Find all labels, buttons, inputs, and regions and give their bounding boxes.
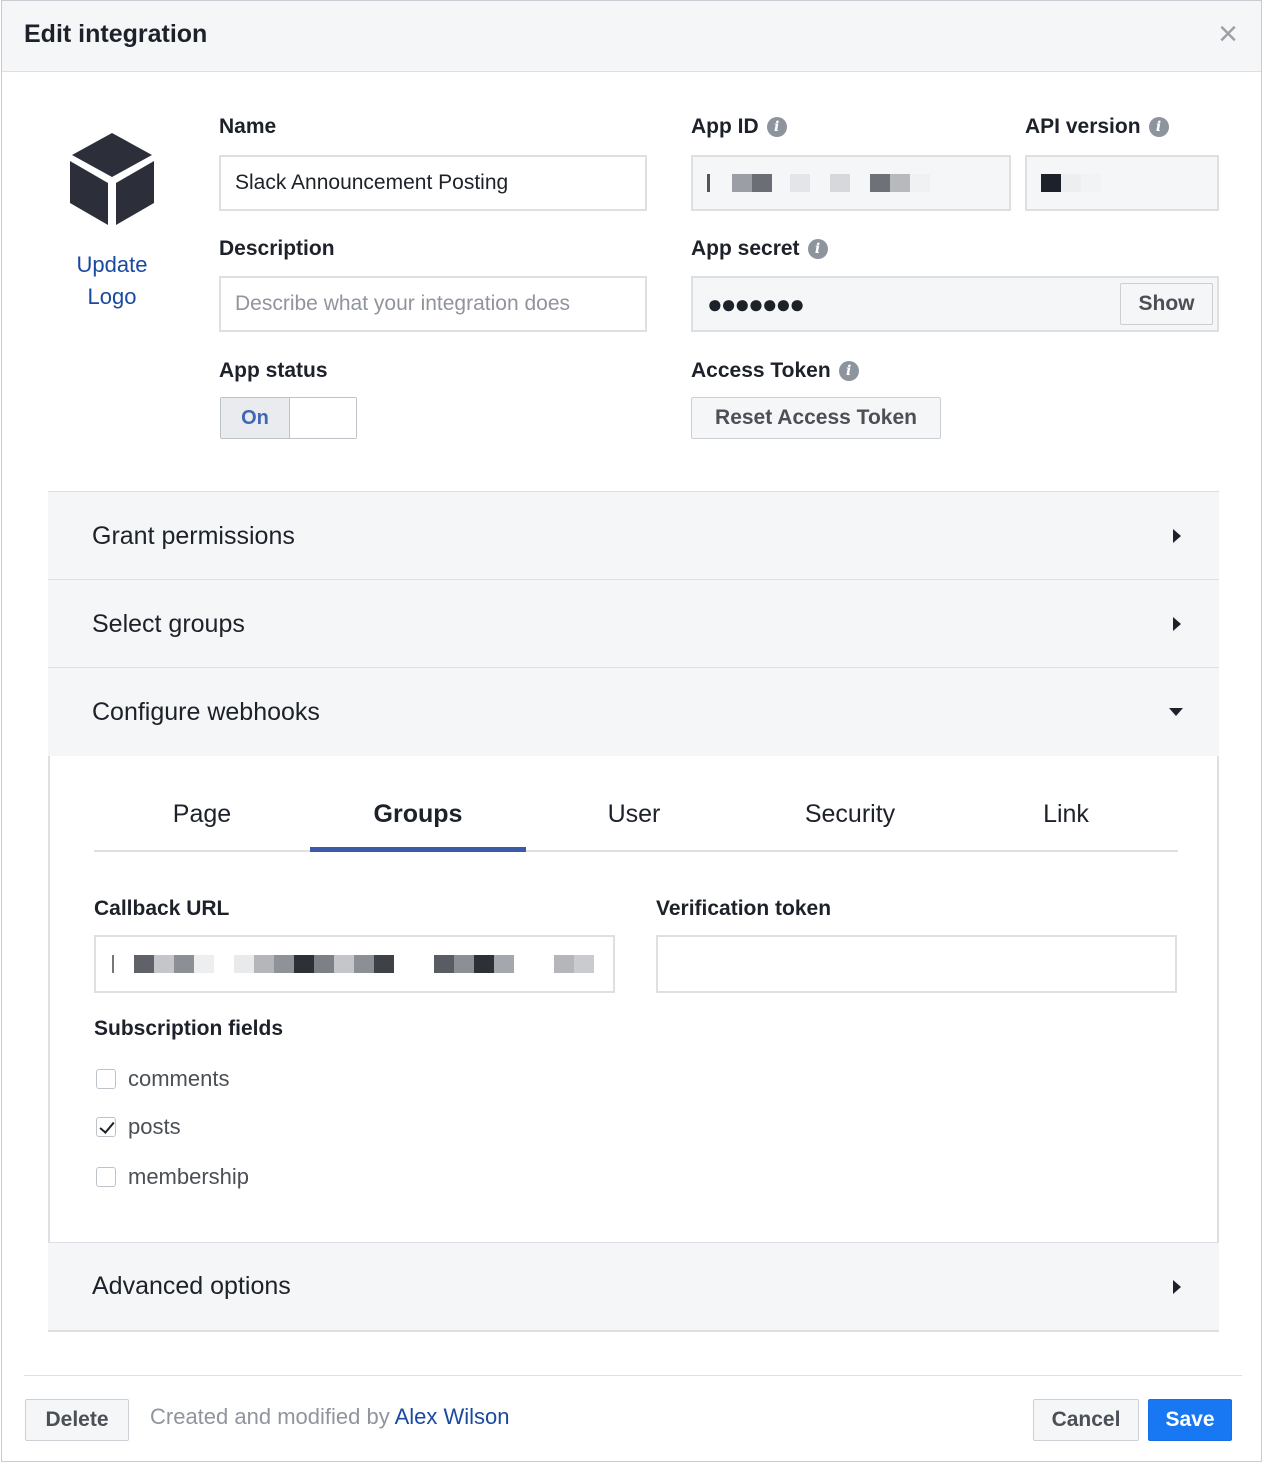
app-id-field[interactable] [691, 155, 1011, 211]
obscured-value [707, 174, 930, 192]
api-version-label: API version i [1025, 115, 1169, 139]
section-title: Advanced options [92, 1272, 291, 1300]
author-link[interactable]: Alex Wilson [395, 1404, 510, 1429]
app-id-label: App ID i [691, 115, 787, 139]
update-logo-link[interactable]: Update Logo [62, 249, 162, 313]
tab-groups[interactable]: Groups [310, 756, 526, 852]
dialog-header: Edit integration × [2, 1, 1261, 72]
tab-security[interactable]: Security [742, 756, 958, 850]
verification-token-label: Verification token [656, 897, 832, 920]
checkbox-box[interactable] [96, 1069, 116, 1089]
webhooks-panel: Page Groups User Security Link Callback … [48, 756, 1219, 1244]
obscured-value [1041, 174, 1101, 192]
tab-page[interactable]: Page [94, 756, 310, 850]
access-token-label: Access Token i [691, 359, 859, 383]
section-title: Configure webhooks [92, 697, 320, 726]
footer-attribution: Created and modified by Alex Wilson [150, 1404, 510, 1429]
update-logo-label-line2: Logo [87, 284, 137, 309]
checkbox-posts[interactable]: posts [96, 1114, 181, 1140]
section-title: Grant permissions [92, 521, 295, 550]
callback-url-label: Callback URL [94, 897, 230, 920]
obscured-value [112, 955, 594, 973]
checkbox-label: membership [128, 1164, 250, 1189]
checkbox-membership[interactable]: membership [96, 1164, 249, 1190]
verification-token-input[interactable] [656, 935, 1177, 993]
app-status-toggle[interactable]: On [220, 397, 357, 439]
subscription-fields-label: Subscription fields [94, 1017, 284, 1040]
name-label: Name [219, 115, 277, 138]
app-secret-label: App secret i [691, 237, 828, 261]
checkbox-box[interactable] [96, 1167, 116, 1187]
footer-divider [24, 1375, 1242, 1376]
caret-right-icon [1173, 1279, 1181, 1294]
checkbox-comments[interactable]: comments [96, 1066, 229, 1092]
name-input[interactable]: Slack Announcement Posting [219, 155, 647, 211]
close-icon[interactable]: × [1215, 17, 1241, 51]
checkbox-label: posts [128, 1114, 181, 1139]
section-grant-permissions[interactable]: Grant permissions [48, 491, 1219, 580]
tab-user[interactable]: User [526, 756, 742, 850]
callback-url-input[interactable] [94, 935, 615, 993]
section-title: Select groups [92, 609, 245, 638]
cube-icon [70, 133, 154, 225]
info-icon[interactable]: i [766, 117, 787, 137]
cancel-button[interactable]: Cancel [1033, 1399, 1139, 1441]
info-icon[interactable]: i [1148, 117, 1169, 137]
description-label: Description [219, 237, 335, 260]
toggle-off-side [290, 398, 356, 438]
caret-right-icon [1173, 617, 1181, 631]
section-configure-webhooks[interactable]: Configure webhooks [48, 667, 1219, 756]
webhook-tabs: Page Groups User Security Link [94, 756, 1178, 852]
checkbox-label: comments [128, 1066, 230, 1091]
toggle-on-label: On [221, 398, 290, 438]
masked-secret: ●●●●●●● [707, 288, 805, 319]
caret-right-icon [1173, 529, 1181, 543]
reset-access-token-button[interactable]: Reset Access Token [691, 397, 941, 439]
checkbox-box[interactable] [96, 1117, 116, 1137]
info-icon[interactable]: i [807, 239, 828, 259]
delete-button[interactable]: Delete [25, 1399, 129, 1441]
update-logo-label-line1: Update [76, 252, 148, 277]
dialog-title: Edit integration [24, 20, 208, 48]
show-secret-button[interactable]: Show [1120, 283, 1213, 325]
app-status-label: App status [219, 359, 328, 382]
save-button[interactable]: Save [1148, 1399, 1232, 1441]
description-placeholder: Describe what your integration does [235, 292, 571, 315]
caret-down-icon [1169, 708, 1183, 716]
section-advanced-options[interactable]: Advanced options [48, 1243, 1219, 1332]
info-icon[interactable]: i [838, 361, 859, 381]
edit-integration-dialog: Edit integration × Update Logo Name Slac… [1, 0, 1262, 1462]
api-version-field[interactable] [1025, 155, 1219, 211]
tab-link[interactable]: Link [958, 756, 1174, 850]
section-select-groups[interactable]: Select groups [48, 579, 1219, 668]
description-input[interactable]: Describe what your integration does [219, 276, 647, 332]
